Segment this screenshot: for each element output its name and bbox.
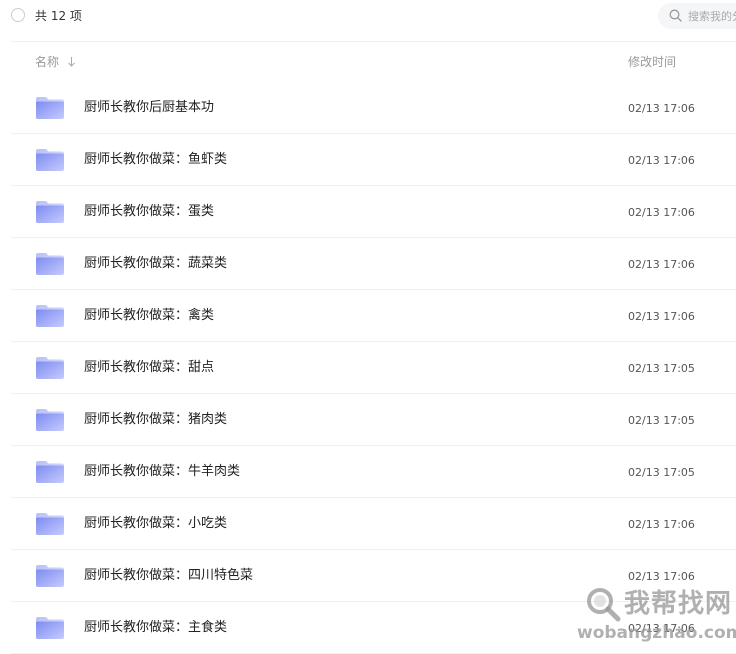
- file-name[interactable]: 厨师长教你做菜：小吃类: [84, 516, 227, 532]
- file-row[interactable]: 厨师长教你做菜：禽类 02/13 17:06: [0, 290, 736, 342]
- folder-icon: [36, 149, 64, 171]
- file-row[interactable]: 厨师长教你做菜：猪肉类 02/13 17:05: [0, 394, 736, 446]
- file-modified-time: 02/13 17:06: [628, 518, 695, 531]
- folder-icon: [36, 617, 64, 639]
- list-header: 名称 修改时间: [0, 42, 736, 81]
- file-modified-time: 02/13 17:06: [628, 570, 695, 583]
- file-name[interactable]: 厨师长教你做菜：四川特色菜: [84, 568, 253, 584]
- file-row[interactable]: 厨师长教你做菜：小吃类 02/13 17:06: [0, 498, 736, 550]
- select-all-checkbox[interactable]: [11, 8, 25, 22]
- file-modified-time: 02/13 17:06: [628, 622, 695, 635]
- file-modified-time: 02/13 17:06: [628, 310, 695, 323]
- file-modified-time: 02/13 17:06: [628, 206, 695, 219]
- folder-icon: [36, 461, 64, 483]
- file-name[interactable]: 厨师长教你做菜：牛羊肉类: [84, 464, 240, 480]
- folder-icon: [36, 201, 64, 223]
- file-modified-time: 02/13 17:06: [628, 258, 695, 271]
- file-row[interactable]: 厨师长教你做菜：蔬菜类 02/13 17:06: [0, 238, 736, 290]
- file-row[interactable]: 厨师长教你做菜：四川特色菜 02/13 17:06: [0, 550, 736, 602]
- file-row[interactable]: 厨师长教你做菜：主食类 02/13 17:06: [0, 602, 736, 654]
- file-row[interactable]: 厨师长教你做菜：牛羊肉类 02/13 17:05: [0, 446, 736, 498]
- file-name[interactable]: 厨师长教你做菜：甜点: [84, 360, 214, 376]
- search-icon: [669, 9, 682, 22]
- folder-icon: [36, 97, 64, 119]
- file-modified-time: 02/13 17:05: [628, 466, 695, 479]
- folder-icon: [36, 357, 64, 379]
- file-list-page: 共 12 项 名称 修改时间 厨师长教你后厨基本功02/13 17:06厨师长教…: [0, 0, 736, 654]
- file-modified-time: 02/13 17:05: [628, 362, 695, 375]
- item-count: 共 12 项: [35, 9, 82, 23]
- file-list: 厨师长教你后厨基本功 02/13 17:06 厨师长教你做菜：鱼虾类 02/13 17…: [0, 82, 736, 654]
- file-row[interactable]: 厨师长教你后厨基本功 02/13 17:06: [0, 82, 736, 134]
- file-name[interactable]: 厨师长教你后厨基本功: [84, 100, 214, 116]
- search-box[interactable]: [658, 3, 736, 29]
- file-modified-time: 02/13 17:05: [628, 414, 695, 427]
- folder-icon: [36, 253, 64, 275]
- modified-time-column-header: 修改时间: [628, 55, 677, 69]
- name-column-header[interactable]: 名称: [35, 55, 59, 69]
- file-name[interactable]: 厨师长教你做菜：禽类: [84, 308, 214, 324]
- sort-arrow-down-icon[interactable]: [67, 56, 76, 67]
- file-row[interactable]: 厨师长教你做菜：甜点 02/13 17:05: [0, 342, 736, 394]
- file-modified-time: 02/13 17:06: [628, 154, 695, 167]
- file-name[interactable]: 厨师长教你做菜：猪肉类: [84, 412, 227, 428]
- file-name[interactable]: 厨师长教你做菜：鱼虾类: [84, 152, 227, 168]
- file-name[interactable]: 厨师长教你做菜：蔬菜类: [84, 256, 227, 272]
- folder-icon: [36, 565, 64, 587]
- folder-icon: [36, 409, 64, 431]
- folder-icon: [36, 305, 64, 327]
- file-row[interactable]: 厨师长教你做菜：蛋类 02/13 17:06: [0, 186, 736, 238]
- folder-icon: [36, 513, 64, 535]
- file-modified-time: 02/13 17:06: [628, 102, 695, 115]
- file-row[interactable]: 厨师长教你做菜：鱼虾类 02/13 17:06: [0, 134, 736, 186]
- toolbar: 共 12 项: [0, 0, 736, 34]
- file-name[interactable]: 厨师长教你做菜：主食类: [84, 620, 227, 636]
- file-name[interactable]: 厨师长教你做菜：蛋类: [84, 204, 214, 220]
- search-input[interactable]: [688, 8, 736, 24]
